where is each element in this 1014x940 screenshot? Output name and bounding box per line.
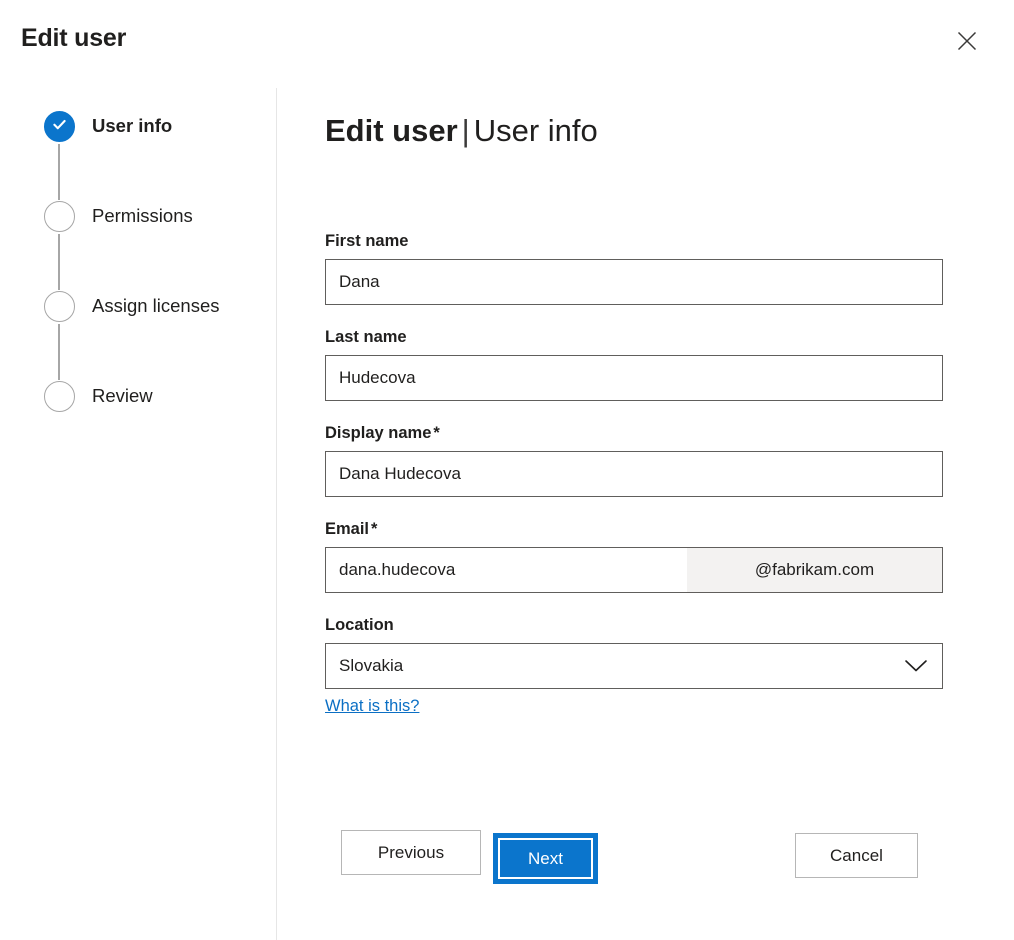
- close-button[interactable]: [946, 20, 988, 62]
- page-title-primary: Edit user: [325, 113, 458, 148]
- email-domain-suffix: @fabrikam.com: [687, 548, 942, 592]
- email-field-group: @fabrikam.com: [325, 547, 943, 593]
- step-marker-review: [44, 381, 75, 412]
- field-location: Location Slovakia What is this?: [325, 614, 943, 716]
- step-circle-completed: [44, 111, 75, 142]
- location-label: Location: [325, 614, 943, 636]
- display-name-label: Display name*: [325, 422, 943, 444]
- display-name-label-text: Display name: [325, 424, 431, 442]
- page-title-secondary: User info: [474, 113, 598, 148]
- last-name-input[interactable]: [325, 355, 943, 401]
- display-name-input[interactable]: [325, 451, 943, 497]
- sidebar-item-assign-licenses[interactable]: Assign licenses: [44, 290, 276, 380]
- sidebar-item-permissions[interactable]: Permissions: [44, 200, 276, 290]
- step-connector: [58, 234, 60, 290]
- email-required-mark: *: [369, 520, 377, 538]
- field-last-name: Last name: [325, 326, 943, 401]
- step-marker-assign-licenses: [44, 291, 75, 322]
- circle-icon: [44, 291, 75, 322]
- field-display-name: Display name*: [325, 422, 943, 497]
- sidebar-item-label: Permissions: [92, 204, 193, 228]
- field-first-name: First name: [325, 230, 943, 305]
- sidebar-item-label: User info: [92, 114, 172, 138]
- field-email: Email* @fabrikam.com: [325, 518, 943, 593]
- step-marker-permissions: [44, 201, 75, 232]
- location-dropdown[interactable]: Slovakia: [325, 643, 943, 689]
- sidebar-item-user-info[interactable]: User info: [44, 110, 276, 200]
- dialog-title: Edit user: [21, 24, 126, 53]
- next-button-label: Next: [528, 849, 563, 869]
- last-name-label: Last name: [325, 326, 943, 348]
- close-icon: [956, 30, 978, 52]
- dialog-header: Edit user: [0, 0, 1014, 85]
- check-icon: [51, 116, 68, 138]
- display-name-required-mark: *: [431, 424, 439, 442]
- user-info-form: First name Last name Display name* Email…: [325, 230, 943, 737]
- circle-icon: [44, 381, 75, 412]
- first-name-input[interactable]: [325, 259, 943, 305]
- page-title: Edit user|User info: [325, 111, 598, 151]
- circle-icon: [44, 201, 75, 232]
- cancel-button[interactable]: Cancel: [795, 833, 918, 878]
- sidebar-item-review[interactable]: Review: [44, 380, 276, 416]
- wizard-stepper: User info Permissions Assign licenses Re…: [44, 110, 276, 416]
- step-connector: [58, 144, 60, 200]
- next-button[interactable]: Next: [493, 833, 598, 884]
- sidebar-divider: [276, 88, 277, 940]
- email-label: Email*: [325, 518, 943, 540]
- wizard-button-row: Previous Next Cancel: [341, 830, 918, 890]
- chevron-down-icon: [904, 659, 928, 673]
- location-selected-value: Slovakia: [326, 656, 403, 676]
- what-is-this-link[interactable]: What is this?: [325, 697, 419, 716]
- step-connector: [58, 324, 60, 380]
- previous-button[interactable]: Previous: [341, 830, 481, 875]
- first-name-label: First name: [325, 230, 943, 252]
- sidebar-item-label: Assign licenses: [92, 294, 220, 318]
- sidebar-item-label: Review: [92, 384, 153, 408]
- page-title-separator: |: [458, 113, 474, 148]
- email-label-text: Email: [325, 520, 369, 538]
- step-marker-user-info: [44, 111, 75, 142]
- email-input[interactable]: [326, 548, 687, 592]
